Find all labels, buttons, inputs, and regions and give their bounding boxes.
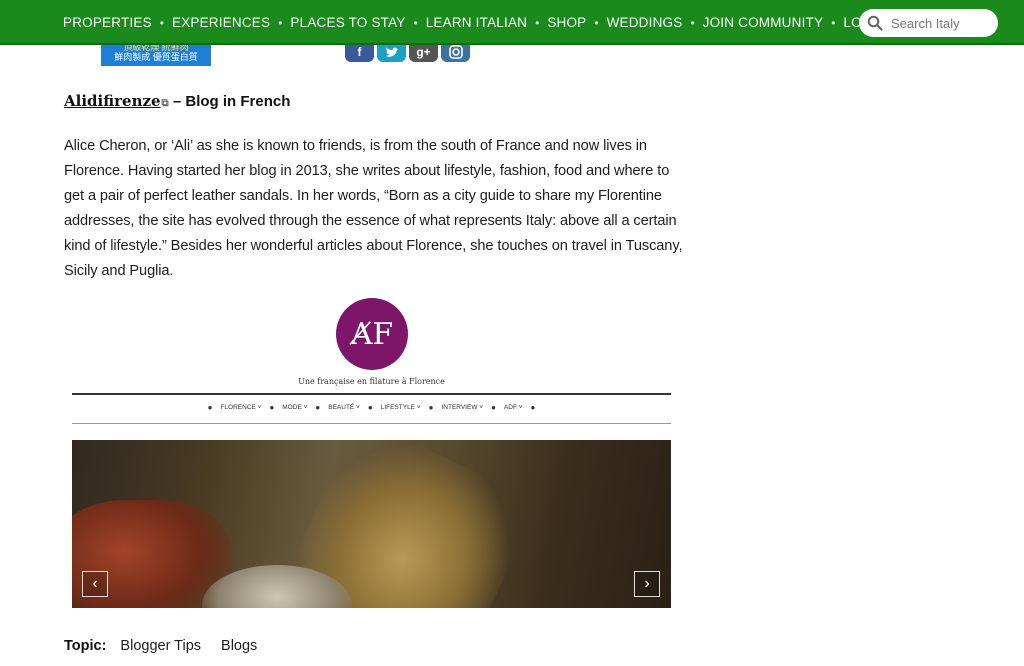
blog-nav-menu: ● FLORENCE ˅ ● MODE ˅ ● BEAUTÉ ˅ ● LIFES… (72, 403, 671, 412)
nav-bullet: ● (315, 403, 321, 412)
blog-nav-item: INTERVIEW ˅ (441, 404, 484, 411)
nav-item-join-community[interactable]: JOIN COMMUNITY (703, 15, 824, 30)
divider (72, 393, 671, 395)
nav-separator: • (535, 15, 540, 30)
nav-bullet: ● (428, 403, 434, 412)
topic-link-blogger-tips[interactable]: Blogger Tips (120, 638, 201, 654)
slider-prev-button[interactable]: ‹ (82, 571, 108, 597)
divider (72, 423, 671, 424)
blog-description: Alice Cheron, or ‘Ali’ as she is known t… (64, 138, 683, 279)
article-section: Alidifirenze⧉ – Blog in French Alice Che… (64, 90, 689, 299)
topic-tags: Topic: Blogger Tips Blogs (64, 638, 277, 654)
blog-screenshot-image: A̸F Une française en filature à Florence… (72, 295, 671, 608)
nav-item-weddings[interactable]: WEDDINGS (607, 15, 683, 30)
nav-separator: • (278, 15, 283, 30)
nav-bullet: ● (269, 403, 275, 412)
nav-bullet: ● (491, 403, 496, 412)
search-icon (867, 15, 883, 31)
nav-separator: • (159, 15, 164, 30)
blog-nav-item: MODE ˅ (282, 404, 308, 411)
blog-nav-item: BEAUTÉ ˅ (328, 404, 360, 411)
search-box[interactable] (859, 9, 998, 37)
nav-separator: • (690, 15, 695, 30)
hero-slider-image: ‹ › (72, 440, 671, 608)
nav-item-learn-italian[interactable]: LEARN ITALIAN (426, 15, 527, 30)
ad-text-line: 鮮肉製成 優質蛋白質 (114, 52, 198, 62)
nav-bullet: ● (367, 403, 373, 412)
blog-nav-item: ADF ˅ (503, 404, 523, 411)
slider-next-button[interactable]: › (634, 571, 660, 597)
nav-bullet: ● (530, 403, 536, 412)
blog-heading: Alidifirenze⧉ – Blog in French (64, 90, 689, 115)
nav-bullet: ● (207, 403, 213, 412)
topic-label: Topic: (64, 638, 107, 654)
nav-separator: • (594, 15, 599, 30)
external-link-icon: ⧉ (161, 98, 169, 109)
blog-title-suffix: – Blog in French (168, 93, 291, 110)
blog-nav-item: LIFESTYLE ˅ (380, 404, 421, 411)
nav-item-places-to-stay[interactable]: PLACES TO STAY (290, 15, 405, 30)
blog-nav-item: FLORENCE ˅ (220, 404, 262, 411)
blog-tagline: Une française en filature à Florence (298, 377, 445, 386)
nav-separator: • (831, 15, 836, 30)
nav-item-experiences[interactable]: EXPERIENCES (172, 15, 270, 30)
nav-menu: PROPERTIES • EXPERIENCES • PLACES TO STA… (63, 0, 886, 45)
nav-item-properties[interactable]: PROPERTIES (63, 15, 152, 30)
blog-logo: A̸F (336, 298, 408, 370)
topic-link-blogs[interactable]: Blogs (221, 638, 257, 654)
top-navigation-bar: PROPERTIES • EXPERIENCES • PLACES TO STA… (0, 0, 1024, 45)
nav-item-shop[interactable]: SHOP (547, 15, 586, 30)
nav-separator: • (413, 15, 418, 30)
search-input[interactable] (889, 14, 993, 32)
blog-title-link[interactable]: Alidifirenze (64, 92, 161, 110)
